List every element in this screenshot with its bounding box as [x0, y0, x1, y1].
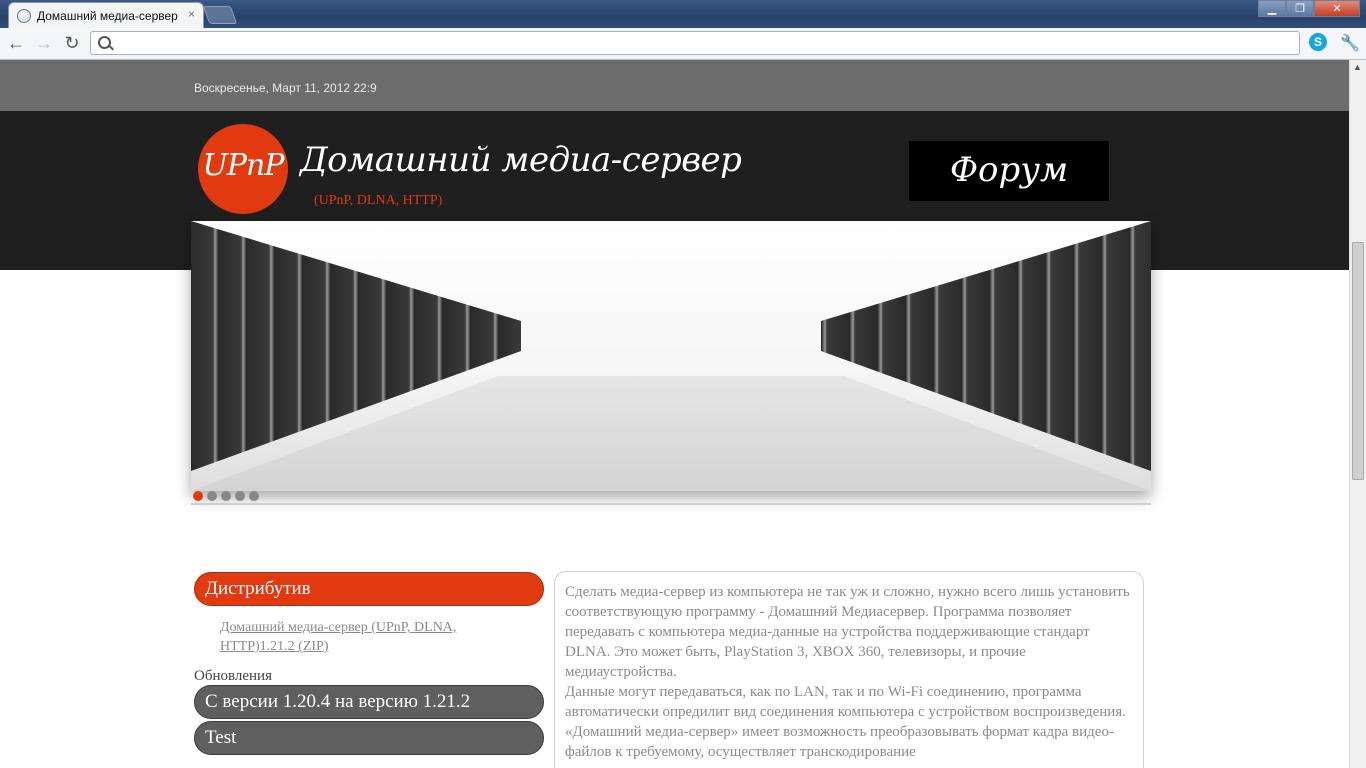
- new-tab-button[interactable]: [202, 6, 238, 24]
- date-bar: Воскресенье, Март 11, 2012 22:9: [0, 60, 1349, 111]
- search-icon: [98, 36, 111, 49]
- window-controls: ▁ ❐ ✕: [1258, 0, 1360, 18]
- site-logo[interactable]: UPnP: [198, 124, 288, 214]
- distributive-button[interactable]: Дистрибутив: [194, 572, 544, 606]
- update-button[interactable]: С версии 1.20.4 на версию 1.21.2: [194, 685, 544, 719]
- slider-dot[interactable]: [235, 491, 245, 501]
- globe-icon: [17, 9, 31, 23]
- slider-dots: [193, 491, 259, 501]
- divider: [191, 503, 1151, 505]
- content-paragraph: Сделать медиа-сервер из компьютера не та…: [565, 584, 1130, 680]
- slider-dot[interactable]: [193, 491, 203, 501]
- back-icon[interactable]: ←: [6, 33, 26, 53]
- browser-titlebar: Домашний медиа-сервер × ▁ ❐ ✕: [0, 0, 1366, 28]
- current-date: Воскресенье, Март 11, 2012 22:9: [194, 81, 377, 95]
- scrollbar[interactable]: ▲: [1349, 60, 1366, 768]
- scroll-up-icon[interactable]: ▲: [1353, 62, 1362, 72]
- sidebar: Дистрибутив Домашний медиа-сервер (UPnP,…: [194, 572, 544, 755]
- browser-tab[interactable]: Домашний медиа-сервер ×: [8, 2, 204, 28]
- content-box: Сделать медиа-сервер из компьютера не та…: [554, 571, 1144, 768]
- scroll-thumb[interactable]: [1352, 242, 1364, 480]
- tab-title: Домашний медиа-сервер: [37, 9, 178, 23]
- banner-image: [191, 221, 1151, 491]
- slider-dot[interactable]: [207, 491, 217, 501]
- tab-close-button[interactable]: ×: [188, 7, 195, 21]
- site-subtitle: (UPnP, DLNA, HTTP): [314, 193, 443, 208]
- test-button[interactable]: Test: [194, 721, 544, 755]
- slider-dot[interactable]: [221, 491, 231, 501]
- reload-icon[interactable]: ↻: [62, 33, 82, 53]
- content-paragraph: Данные могут передаваться, как по LAN, т…: [565, 684, 1126, 760]
- wrench-icon[interactable]: 🔧: [1340, 33, 1360, 53]
- maximize-button[interactable]: ❐: [1286, 0, 1314, 17]
- browser-toolbar: ← → ↻: [0, 28, 1366, 60]
- logo-text: UPnP: [202, 148, 285, 183]
- skype-icon[interactable]: S: [1309, 33, 1327, 51]
- updates-heading: Обновления: [194, 668, 272, 684]
- forum-button[interactable]: Форум: [909, 141, 1109, 201]
- address-bar[interactable]: [90, 31, 1300, 55]
- forward-icon[interactable]: →: [34, 33, 54, 53]
- minimize-button[interactable]: ▁: [1258, 0, 1286, 17]
- close-window-button[interactable]: ✕: [1314, 0, 1360, 17]
- download-link[interactable]: Домашний медиа-сервер (UPnP, DLNA, HTTP)…: [220, 618, 520, 656]
- page-viewport: Воскресенье, Март 11, 2012 22:9 UPnP Дом…: [0, 60, 1349, 768]
- slider-dot[interactable]: [249, 491, 259, 501]
- site-title: Домашний медиа-сервер: [300, 140, 742, 180]
